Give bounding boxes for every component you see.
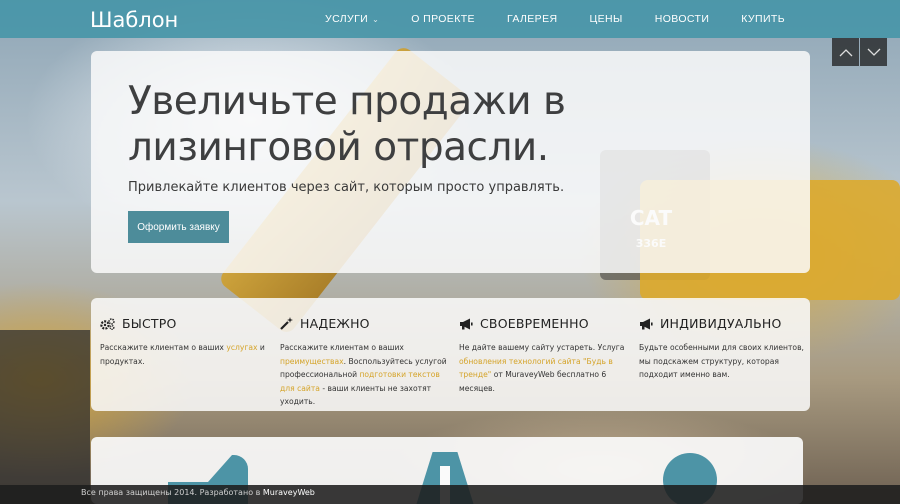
top-navigation-bar: Шаблон УСЛУГИ ⌄ О ПРОЕКТЕ ГАЛЕРЕЯ ЦЕНЫ Н… [0,0,900,38]
megaphone-icon [460,318,473,329]
feature-title: ИНДИВИДУАЛЬНО [660,316,782,331]
feature-individual: ИНДИВИДУАЛЬНО Будьте особенными для свои… [639,316,809,382]
footer-copyright: Все права защищены 2014. Разработано в M… [81,488,315,497]
feature-title: СВОЕВРЕМЕННО [480,316,589,331]
feature-heading: СВОЕВРЕМЕННО [459,316,629,331]
feature-reliable: НАДЕЖНО Расскажите клиентам о ваших преи… [280,316,450,409]
hero-title: Увеличьте продажи в лизинговой отрасли. [128,79,566,170]
slider-controls [832,38,887,66]
site-logo[interactable]: Шаблон [90,8,178,32]
feature-title: НАДЕЖНО [300,316,370,331]
feature-heading: ИНДИВИДУАЛЬНО [639,316,809,331]
description-text: Расскажите клиентам о ваших [100,343,227,352]
chevron-down-icon [867,48,880,56]
nav-item-buy[interactable]: КУПИТЬ [741,13,785,25]
feature-description: Расскажите клиентам о ваших преимущества… [280,341,450,409]
nav-item-label: НОВОСТИ [654,13,710,25]
slider-next-button[interactable] [860,38,887,66]
feature-description: Будьте особенными для своих клиентов, мы… [639,341,809,382]
hero-subtitle: Привлекайте клиентов через сайт, которым… [128,180,565,195]
developer-link[interactable]: MuraveyWeb [263,488,315,497]
advantages-link[interactable]: преимуществах [280,357,344,366]
nav-item-label: УСЛУГИ [325,13,369,25]
feature-description: Расскажите клиентам о ваших услугах и пр… [100,341,270,368]
site-footer: Все права защищены 2014. Разработано в M… [0,485,900,504]
truck-shadow [0,330,90,504]
description-text: Будьте особенными для своих клиентов, мы… [639,343,804,380]
hero-panel: Увеличьте продажи в лизинговой отрасли. … [91,51,810,273]
feature-description: Не дайте вашему сайту устареть. Услуга о… [459,341,629,395]
nav-item-about[interactable]: О ПРОЕКТЕ [411,13,475,25]
feature-title: БЫСТРО [122,316,177,331]
nav-item-label: ЦЕНЫ [589,13,623,25]
order-request-button[interactable]: Оформить заявку [128,211,229,243]
description-text: Не дайте вашему сайту устареть. Услуга [459,343,625,352]
gears-icon [100,317,115,330]
nav-item-label: ГАЛЕРЕЯ [506,13,558,25]
nav-item-label: КУПИТЬ [741,13,785,25]
nav-item-services[interactable]: УСЛУГИ ⌄ [325,13,379,25]
features-panel: БЫСТРО Расскажите клиентам о ваших услуг… [91,298,810,411]
magic-wand-icon [280,317,293,330]
copyright-text: Все права защищены 2014. Разработано в [81,488,263,497]
nav-item-gallery[interactable]: ГАЛЕРЕЯ [507,13,558,25]
chevron-up-icon [839,48,852,56]
feature-timely: СВОЕВРЕМЕННО Не дайте вашему сайту устар… [459,316,629,395]
description-text: Расскажите клиентам о ваших [280,343,404,352]
feature-fast: БЫСТРО Расскажите клиентам о ваших услуг… [100,316,270,368]
main-nav: УСЛУГИ ⌄ О ПРОЕКТЕ ГАЛЕРЕЯ ЦЕНЫ НОВОСТИ … [325,0,785,38]
slider-prev-button[interactable] [832,38,859,66]
feature-heading: НАДЕЖНО [280,316,450,331]
megaphone-icon [640,318,653,329]
feature-heading: БЫСТРО [100,316,270,331]
nav-item-label: О ПРОЕКТЕ [411,13,475,25]
services-link[interactable]: услугах [226,343,257,352]
chevron-down-icon: ⌄ [372,14,380,24]
nav-item-news[interactable]: НОВОСТИ [655,13,710,25]
nav-item-prices[interactable]: ЦЕНЫ [589,13,622,25]
